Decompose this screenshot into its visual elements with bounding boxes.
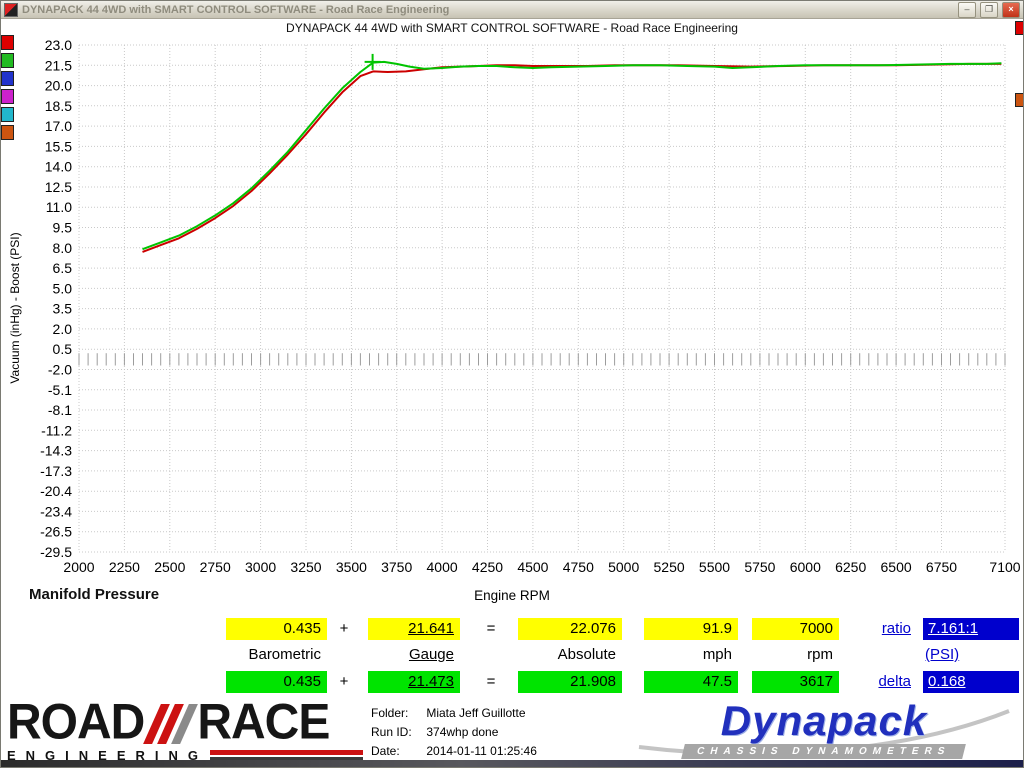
road-race-slashes-icon (143, 704, 198, 744)
absolute-label: Absolute (518, 645, 622, 665)
equals-sign-green: = (479, 671, 503, 693)
svg-text:-2.0: -2.0 (48, 362, 72, 378)
svg-text:17.0: 17.0 (45, 118, 72, 134)
ratio-label[interactable]: ratio (853, 618, 911, 640)
svg-text:-14.3: -14.3 (40, 443, 72, 459)
svg-text:-23.4: -23.4 (40, 503, 72, 519)
rpm-value-green: 3617 (752, 671, 839, 693)
runid-label: Run ID: (371, 723, 423, 742)
gauge-label[interactable]: Gauge (368, 645, 460, 665)
svg-text:2.0: 2.0 (53, 321, 73, 337)
minimize-button[interactable]: – (958, 2, 976, 18)
svg-text:6250: 6250 (835, 559, 866, 575)
barometric-value-yellow: 0.435 (226, 618, 327, 640)
svg-text:3250: 3250 (290, 559, 321, 575)
road-race-logo: ROAD RACE ENGINEERING (7, 700, 363, 763)
app-icon (4, 3, 18, 17)
equals-sign-yellow: = (479, 618, 503, 640)
svg-text:-20.4: -20.4 (40, 483, 72, 499)
svg-text:3.5: 3.5 (53, 301, 73, 317)
runid-value: 374whp done (426, 725, 498, 739)
svg-text:6.5: 6.5 (53, 260, 73, 276)
svg-text:5500: 5500 (699, 559, 730, 575)
svg-text:14.0: 14.0 (45, 159, 72, 175)
absolute-value-yellow: 22.076 (518, 618, 622, 640)
dynapack-logo: Dynapack CHASSIS DYNAMOMETERS (633, 701, 1015, 759)
svg-text:-29.5: -29.5 (40, 544, 72, 560)
maximize-button[interactable]: ❐ (980, 2, 998, 18)
svg-text:15.5: 15.5 (45, 138, 72, 154)
rpm-value-yellow: 7000 (752, 618, 839, 640)
road-race-word-race: RACE (197, 700, 329, 746)
svg-text:4500: 4500 (517, 559, 548, 575)
svg-text:3500: 3500 (336, 559, 367, 575)
dynapack-subtitle: CHASSIS DYNAMOMETERS (681, 744, 966, 759)
svg-text:6000: 6000 (790, 559, 821, 575)
svg-text:4000: 4000 (427, 559, 458, 575)
svg-text:-5.1: -5.1 (48, 382, 72, 398)
svg-text:20.0: 20.0 (45, 78, 72, 94)
svg-text:6500: 6500 (881, 559, 912, 575)
folder-label: Folder: (371, 704, 423, 723)
svg-text:0.5: 0.5 (53, 341, 73, 357)
svg-text:2750: 2750 (200, 559, 231, 575)
barometric-value-green: 0.435 (226, 671, 327, 693)
svg-text:23.0: 23.0 (45, 37, 72, 53)
plus-sign-yellow: + (332, 618, 356, 640)
svg-text:18.5: 18.5 (45, 98, 72, 114)
psi-label[interactable]: (PSI) (923, 645, 1019, 665)
svg-text:4750: 4750 (563, 559, 594, 575)
svg-text:5.0: 5.0 (53, 280, 73, 296)
gauge-value-green[interactable]: 21.473 (368, 671, 460, 693)
x-axis-label: Engine RPM (1, 588, 1023, 603)
mph-value-green: 47.5 (644, 671, 738, 693)
svg-text:-8.1: -8.1 (48, 402, 72, 418)
svg-text:2500: 2500 (154, 559, 185, 575)
run-info: Folder: Miata Jeff Guillotte Run ID: 374… (371, 704, 537, 761)
bottom-border-strip (1, 760, 1023, 767)
svg-text:11.0: 11.0 (46, 199, 72, 215)
mph-value-yellow: 91.9 (644, 618, 738, 640)
svg-text:12.5: 12.5 (45, 179, 72, 195)
barometric-label: Barometric (226, 645, 327, 665)
plus-sign-green: + (332, 671, 356, 693)
svg-text:7100: 7100 (989, 559, 1020, 575)
svg-text:5750: 5750 (744, 559, 775, 575)
svg-text:8.0: 8.0 (53, 240, 73, 256)
window-title: DYNAPACK 44 4WD with SMART CONTROL SOFTW… (22, 4, 954, 16)
run-info-date-row: Date: 2014-01-11 01:25:46 (371, 742, 537, 761)
run-info-folder-row: Folder: Miata Jeff Guillotte (371, 704, 537, 723)
svg-text:3000: 3000 (245, 559, 276, 575)
svg-text:21.5: 21.5 (45, 57, 72, 73)
close-button[interactable]: × (1002, 2, 1020, 18)
svg-text:2250: 2250 (109, 559, 140, 575)
svg-text:6750: 6750 (926, 559, 957, 575)
svg-text:-11.2: -11.2 (41, 422, 72, 438)
gauge-value-yellow[interactable]: 21.641 (368, 618, 460, 640)
svg-text:9.5: 9.5 (53, 220, 73, 236)
date-label: Date: (371, 742, 423, 761)
road-race-word-road: ROAD (7, 700, 144, 746)
rpm-label: rpm (752, 645, 839, 665)
svg-text:-17.3: -17.3 (40, 463, 72, 479)
folder-value: Miata Jeff Guillotte (426, 706, 525, 720)
svg-text:4250: 4250 (472, 559, 503, 575)
delta-value-box[interactable]: 0.168 (923, 671, 1019, 693)
app-window: DYNAPACK 44 4WD with SMART CONTROL SOFTW… (0, 0, 1024, 768)
run-info-runid-row: Run ID: 374whp done (371, 723, 537, 742)
svg-text:5000: 5000 (608, 559, 639, 575)
ratio-value-box[interactable]: 7.161:1 (923, 618, 1019, 640)
svg-text:5250: 5250 (654, 559, 685, 575)
svg-text:3750: 3750 (381, 559, 412, 575)
mph-label: mph (644, 645, 738, 665)
absolute-value-green: 21.908 (518, 671, 622, 693)
manifold-pressure-chart[interactable]: 23.0 21.5 20.0 18.5 17.0 15.5 14.0 12.5 11.0 9.5 8… (1, 31, 1024, 586)
titlebar: DYNAPACK 44 4WD with SMART CONTROL SOFTW… (1, 1, 1023, 19)
delta-label[interactable]: delta (853, 671, 911, 693)
dynapack-wordmark: Dynapack (633, 701, 1015, 741)
date-value: 2014-01-11 01:25:46 (426, 744, 537, 758)
svg-text:2000: 2000 (63, 559, 94, 575)
svg-text:-26.5: -26.5 (40, 524, 72, 540)
